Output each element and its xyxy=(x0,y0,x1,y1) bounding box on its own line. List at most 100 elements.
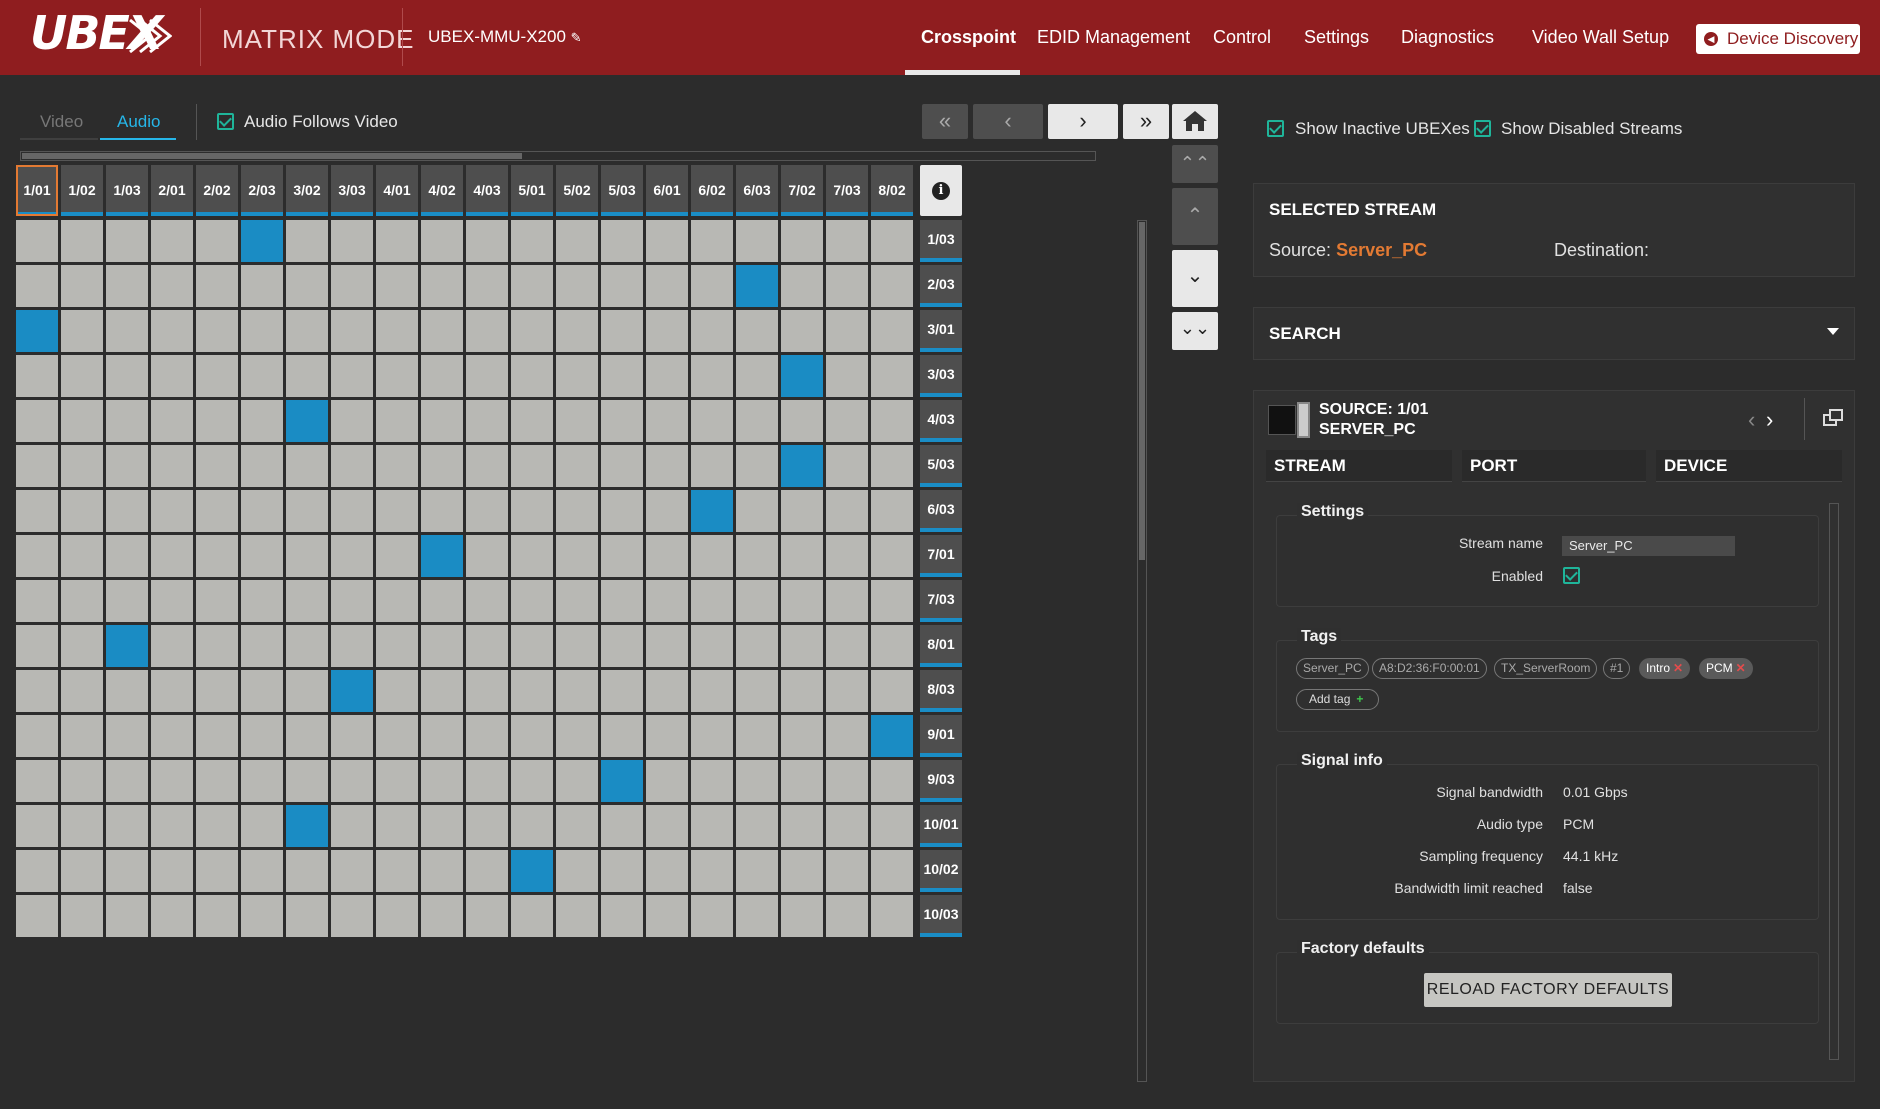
crosspoint-cell[interactable] xyxy=(331,895,373,937)
row-header[interactable]: 3/01 xyxy=(920,310,962,352)
crosspoint-cell[interactable] xyxy=(826,265,868,307)
crosspoint-cell[interactable] xyxy=(16,805,58,847)
crosspoint-cell[interactable] xyxy=(241,490,283,532)
crosspoint-cell[interactable] xyxy=(511,445,553,487)
row-header[interactable]: 6/03 xyxy=(920,490,962,532)
crosspoint-cell[interactable] xyxy=(466,490,508,532)
crosspoint-cell-connected[interactable] xyxy=(331,670,373,712)
crosspoint-cell[interactable] xyxy=(61,625,103,667)
last-page-button[interactable]: » xyxy=(1123,104,1169,139)
crosspoint-cell[interactable] xyxy=(511,355,553,397)
crosspoint-cell[interactable] xyxy=(871,535,913,577)
crosspoint-cell[interactable] xyxy=(421,670,463,712)
crosspoint-cell[interactable] xyxy=(736,220,778,262)
crosspoint-cell[interactable] xyxy=(331,535,373,577)
crosspoint-cell[interactable] xyxy=(511,265,553,307)
crosspoint-cell[interactable] xyxy=(331,805,373,847)
column-header[interactable]: 3/02 xyxy=(286,165,328,216)
crosspoint-cell[interactable] xyxy=(61,850,103,892)
column-header[interactable]: 2/01 xyxy=(151,165,193,216)
crosspoint-cell[interactable] xyxy=(511,400,553,442)
crosspoint-cell[interactable] xyxy=(556,400,598,442)
crosspoint-cell[interactable] xyxy=(331,580,373,622)
nav-control[interactable]: Control xyxy=(1213,0,1271,75)
crosspoint-cell[interactable] xyxy=(376,715,418,757)
crosspoint-cell[interactable] xyxy=(826,625,868,667)
crosspoint-cell[interactable] xyxy=(511,625,553,667)
crosspoint-cell[interactable] xyxy=(466,535,508,577)
crosspoint-cell[interactable] xyxy=(826,445,868,487)
crosspoint-cell[interactable] xyxy=(331,445,373,487)
crosspoint-cell[interactable] xyxy=(601,850,643,892)
column-header[interactable]: 3/03 xyxy=(331,165,373,216)
audio-follows-video-checkbox[interactable] xyxy=(217,113,234,130)
crosspoint-cell[interactable] xyxy=(196,310,238,352)
row-header[interactable]: 7/01 xyxy=(920,535,962,577)
row-header[interactable]: 4/03 xyxy=(920,400,962,442)
first-page-button[interactable]: « xyxy=(922,104,968,139)
crosspoint-cell[interactable] xyxy=(781,310,823,352)
source-value[interactable]: Server_PC xyxy=(1336,240,1427,260)
crosspoint-cell[interactable] xyxy=(16,220,58,262)
show-inactive-checkbox[interactable] xyxy=(1267,120,1284,137)
crosspoint-cell[interactable] xyxy=(646,535,688,577)
crosspoint-cell[interactable] xyxy=(466,310,508,352)
crosspoint-cell[interactable] xyxy=(241,715,283,757)
crosspoint-cell[interactable] xyxy=(646,355,688,397)
crosspoint-cell[interactable] xyxy=(826,715,868,757)
crosspoint-cell[interactable] xyxy=(331,310,373,352)
crosspoint-cell[interactable] xyxy=(151,400,193,442)
crosspoint-cell[interactable] xyxy=(151,490,193,532)
crosspoint-cell[interactable] xyxy=(601,490,643,532)
vertical-scrollbar[interactable] xyxy=(1137,220,1147,1082)
crosspoint-cell[interactable] xyxy=(601,220,643,262)
crosspoint-cell[interactable] xyxy=(286,715,328,757)
tag-chip-removable[interactable]: Intro ✕ xyxy=(1639,658,1691,679)
crosspoint-cell[interactable] xyxy=(106,355,148,397)
crosspoint-cell[interactable] xyxy=(781,895,823,937)
crosspoint-cell[interactable] xyxy=(376,850,418,892)
crosspoint-cell[interactable] xyxy=(871,895,913,937)
crosspoint-cell[interactable] xyxy=(106,895,148,937)
crosspoint-cell[interactable] xyxy=(826,535,868,577)
tag-chip[interactable]: TX_ServerRoom xyxy=(1494,658,1598,679)
crosspoint-cell[interactable] xyxy=(691,445,733,487)
crosspoint-cell[interactable] xyxy=(511,310,553,352)
crosspoint-cell[interactable] xyxy=(556,535,598,577)
crosspoint-cell[interactable] xyxy=(556,715,598,757)
crosspoint-cell[interactable] xyxy=(61,220,103,262)
crosspoint-cell[interactable] xyxy=(286,760,328,802)
crosspoint-cell-connected[interactable] xyxy=(781,445,823,487)
crosspoint-cell[interactable] xyxy=(646,400,688,442)
crosspoint-cell[interactable] xyxy=(61,805,103,847)
crosspoint-cell[interactable] xyxy=(241,805,283,847)
tab-device[interactable]: DEVICE xyxy=(1656,450,1842,482)
crosspoint-cell[interactable] xyxy=(691,670,733,712)
crosspoint-cell[interactable] xyxy=(61,670,103,712)
crosspoint-cell[interactable] xyxy=(691,535,733,577)
crosspoint-cell[interactable] xyxy=(691,580,733,622)
crosspoint-cell[interactable] xyxy=(196,355,238,397)
prev-page-button[interactable]: ‹ xyxy=(973,104,1043,139)
crosspoint-cell[interactable] xyxy=(691,220,733,262)
crosspoint-cell[interactable] xyxy=(241,580,283,622)
crosspoint-cell[interactable] xyxy=(16,625,58,667)
crosspoint-cell[interactable] xyxy=(511,760,553,802)
crosspoint-cell[interactable] xyxy=(376,220,418,262)
crosspoint-cell[interactable] xyxy=(556,490,598,532)
crosspoint-cell[interactable] xyxy=(151,265,193,307)
crosspoint-cell[interactable] xyxy=(286,355,328,397)
crosspoint-cell[interactable] xyxy=(151,805,193,847)
crosspoint-cell[interactable] xyxy=(556,805,598,847)
row-header[interactable]: 7/03 xyxy=(920,580,962,622)
crosspoint-cell[interactable] xyxy=(106,310,148,352)
crosspoint-cell[interactable] xyxy=(601,355,643,397)
crosspoint-cell[interactable] xyxy=(826,580,868,622)
crosspoint-cell[interactable] xyxy=(691,895,733,937)
nav-crosspoint[interactable]: Crosspoint xyxy=(921,0,1016,75)
row-header[interactable]: 8/03 xyxy=(920,670,962,712)
column-header[interactable]: 4/01 xyxy=(376,165,418,216)
crosspoint-cell[interactable] xyxy=(511,670,553,712)
crosspoint-cell[interactable] xyxy=(556,580,598,622)
crosspoint-cell[interactable] xyxy=(61,265,103,307)
